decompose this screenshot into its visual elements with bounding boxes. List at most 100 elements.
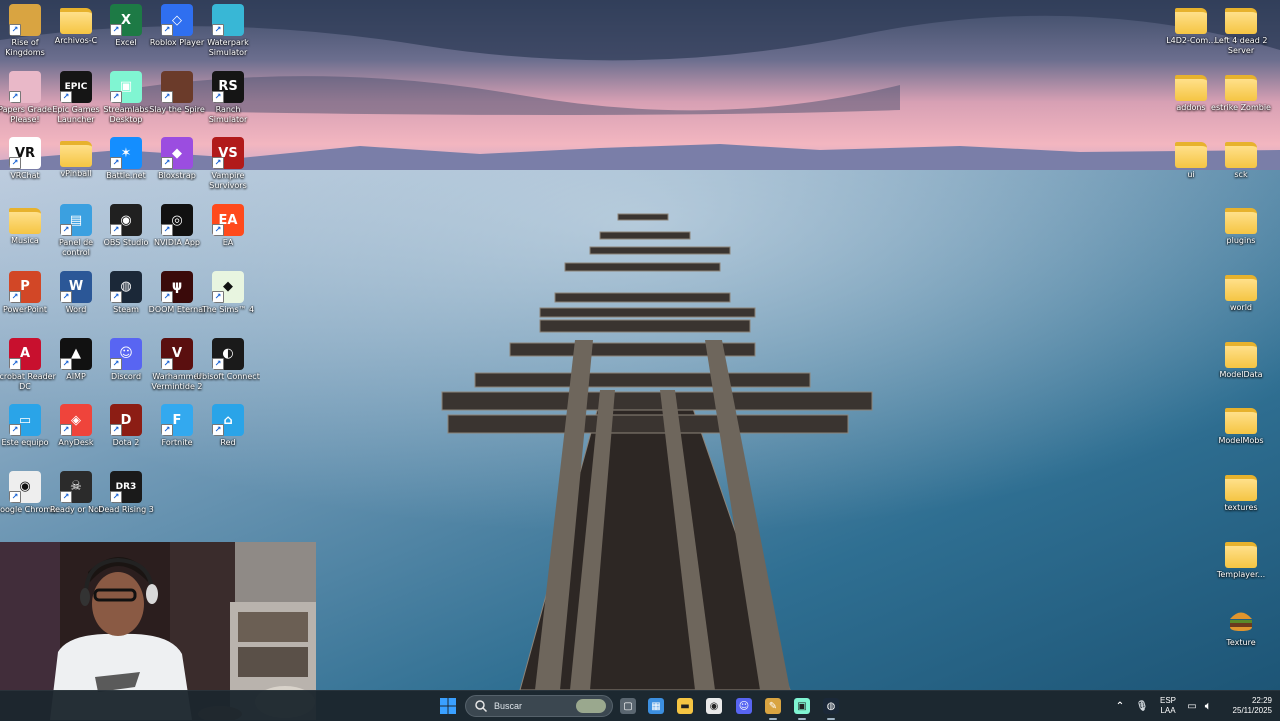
language-indicator[interactable]: ESP LAA: [1156, 696, 1180, 716]
shortcut-arrow-icon: ↗: [110, 24, 122, 36]
desktop-icon[interactable]: ▣ ↗ Streamlabs Desktop: [101, 70, 151, 137]
desktop-icon[interactable]: ◈ ↗ AnyDesk: [51, 404, 101, 470]
taskbar-app-button[interactable]: ☺: [733, 695, 755, 717]
network-button[interactable]: ▭: [1184, 695, 1200, 717]
desktop-icon[interactable]: Templayer...: [1216, 538, 1266, 604]
shortcut-arrow-icon: ↗: [110, 90, 122, 103]
desktop-icon[interactable]: Archivos-C: [51, 4, 101, 70]
microphone-button[interactable]: 🎙︎: [1134, 695, 1150, 717]
desktop-icon[interactable]: textures: [1216, 471, 1266, 537]
control-panel-icon: ▤ ↗: [60, 204, 92, 237]
desktop-icon[interactable]: ◎ ↗ NVIDIA App: [152, 204, 202, 270]
desktop-icon-label: Waterpark Simulator: [207, 38, 249, 57]
sims-4-icon: ◆ ↗: [212, 270, 244, 303]
desktop-icon[interactable]: P ↗ PowerPoint: [0, 270, 50, 337]
desktop-icon[interactable]: Left 4 dead 2 Server: [1215, 4, 1267, 70]
taskbar-app-button[interactable]: ◍: [820, 695, 842, 720]
desktop-icon[interactable]: Texture: [1216, 604, 1266, 670]
taskbar-app-button[interactable]: ▬: [674, 695, 696, 717]
desktop-icon[interactable]: A ↗ Acrobat Reader DC: [0, 337, 56, 404]
desktop-icon[interactable]: VR ↗ VRChat: [0, 137, 50, 203]
desktop-icon[interactable]: ▭ ↗ Este equipo: [0, 404, 50, 470]
steam-icon: ◍: [823, 698, 839, 714]
shortcut-arrow-icon: ↗: [9, 290, 21, 303]
desktop-icon[interactable]: EPIC ↗ Epic Games Launcher: [51, 70, 101, 137]
desktop-icon[interactable]: ↗ Rise of Kingdoms: [0, 4, 50, 70]
desktop-icon[interactable]: RS ↗ Ranch Simulator: [203, 70, 253, 137]
show-hidden-icons-button[interactable]: ⌃: [1112, 695, 1128, 717]
desktop-icon[interactable]: ◉ ↗ Google Chrome: [0, 470, 56, 537]
desktop-icon[interactable]: ModelData: [1216, 338, 1266, 404]
rise-of-kingdoms-icon: ↗: [9, 4, 41, 36]
desktop-icon[interactable]: ☠ ↗ Ready or Not: [50, 470, 102, 537]
desktop-icon[interactable]: ◇ ↗ Roblox Player: [150, 4, 204, 70]
shortcut-arrow-icon: ↗: [9, 90, 21, 103]
desktop-icon[interactable]: sck: [1216, 138, 1266, 204]
taskbar-app-button[interactable]: ▣: [791, 695, 813, 720]
desktop-icon[interactable]: ◆ ↗ Bloxstrap: [152, 137, 202, 203]
file-explorer-icon: ▬: [677, 698, 693, 714]
desktop-icon[interactable]: W ↗ Word: [51, 270, 101, 337]
desktop-icon[interactable]: D ↗ Dota 2: [101, 404, 151, 470]
ubisoft-icon: ◐ ↗: [212, 337, 244, 370]
desktop-icon[interactable]: ψ ↗ DOOM Eternal: [149, 270, 205, 337]
desktop-icon-label: Vampire Survivors: [209, 171, 247, 191]
desktop-icon[interactable]: DR3 ↗ Dead Rising 3: [98, 470, 154, 537]
desktop-icon-label: plugins: [1226, 236, 1256, 245]
desktop-icon[interactable]: ◉ ↗ OBS Studio: [101, 204, 151, 270]
taskbar-app-button[interactable]: ✎: [762, 695, 784, 720]
desktop-icon[interactable]: vPinball: [51, 137, 101, 203]
volume-button[interactable]: 🔈︎: [1200, 695, 1216, 717]
shortcut-arrow-icon: ↗: [9, 157, 21, 170]
desktop-icon-label: The Sims™ 4: [201, 304, 255, 314]
chevron-up-icon: ⌃: [1115, 700, 1125, 712]
desktop-icon[interactable]: ↗ Papers Grade Please!: [0, 70, 52, 137]
desktop-icon[interactable]: Musica: [0, 204, 50, 270]
shortcut-arrow-icon: ↗: [161, 290, 173, 303]
desktop-icon[interactable]: ◆ ↗ The Sims™ 4: [202, 270, 254, 337]
desktop-icon-label: sck: [1234, 170, 1248, 179]
bloxstrap-icon: ◆ ↗: [161, 137, 193, 170]
streamlabs-icon: ▣ ↗: [110, 70, 142, 103]
shortcut-arrow-icon: ↗: [212, 357, 224, 370]
desktop-icon[interactable]: ↗ Waterpark Simulator: [203, 4, 253, 70]
desktop-icon-label: Templayer...: [1216, 570, 1266, 579]
desktop-icon-label: world: [1229, 303, 1253, 312]
word-icon: W ↗: [60, 270, 92, 303]
streamlabs-icon: ▣: [794, 698, 810, 714]
desktop-icon[interactable]: V ↗ Warhammer Vermintide 2: [152, 337, 203, 404]
start-button[interactable]: [437, 695, 459, 717]
folder-icon: [9, 208, 41, 235]
desktop-icon[interactable]: ◍ ↗ Steam: [101, 270, 151, 337]
burger-icon: [1225, 604, 1257, 636]
desktop-icon[interactable]: X ↗ Excel: [101, 4, 151, 70]
taskbar-app-button[interactable]: ▦: [645, 695, 667, 717]
folder-icon: [1225, 342, 1257, 368]
discord-icon: ☺: [736, 698, 752, 714]
battlenet-icon: ✶ ↗: [110, 137, 142, 170]
anydesk-icon: ◈ ↗: [60, 404, 92, 437]
desktop-icon[interactable]: plugins: [1216, 204, 1266, 270]
taskbar-search-box[interactable]: Buscar: [465, 695, 613, 717]
desktop-icon[interactable]: ✶ ↗ Battle.net: [101, 137, 151, 203]
desktop-icon[interactable]: ▤ ↗ Panel de control: [51, 204, 101, 270]
desktop-icon[interactable]: ModelMobs: [1216, 404, 1266, 470]
desktop-icon[interactable]: ⌂ ↗ Red: [203, 404, 253, 470]
desktop-icon[interactable]: VS ↗ Vampire Survivors: [203, 137, 253, 203]
desktop-icon[interactable]: ◐ ↗ Ubisoft Connect: [196, 337, 260, 404]
desktop-icon[interactable]: ☺ ↗ Discord: [101, 337, 151, 404]
shortcut-arrow-icon: ↗: [161, 424, 173, 437]
desktop-icon[interactable]: estrike Zombie: [1211, 71, 1271, 137]
desktop-icon[interactable]: EA ↗ EA: [203, 204, 253, 270]
steam-icon: ◍ ↗: [110, 270, 142, 303]
taskbar-app-button[interactable]: ◉: [703, 695, 725, 717]
taskbar-app-button[interactable]: ▢: [617, 695, 639, 717]
desktop-icon[interactable]: ▲ ↗ AIMP: [51, 337, 101, 404]
computer-icon: ▭ ↗: [9, 404, 41, 437]
roblox-icon: ◇ ↗: [161, 4, 193, 36]
chrome-icon: ◉: [706, 698, 722, 714]
desktop-icon[interactable]: F ↗ Fortnite: [152, 404, 202, 470]
desktop-icon[interactable]: world: [1216, 271, 1266, 337]
desktop-icon[interactable]: ↗ Slay the Spire: [149, 70, 205, 137]
clock[interactable]: 22:29 25/11/2025: [1222, 696, 1272, 716]
